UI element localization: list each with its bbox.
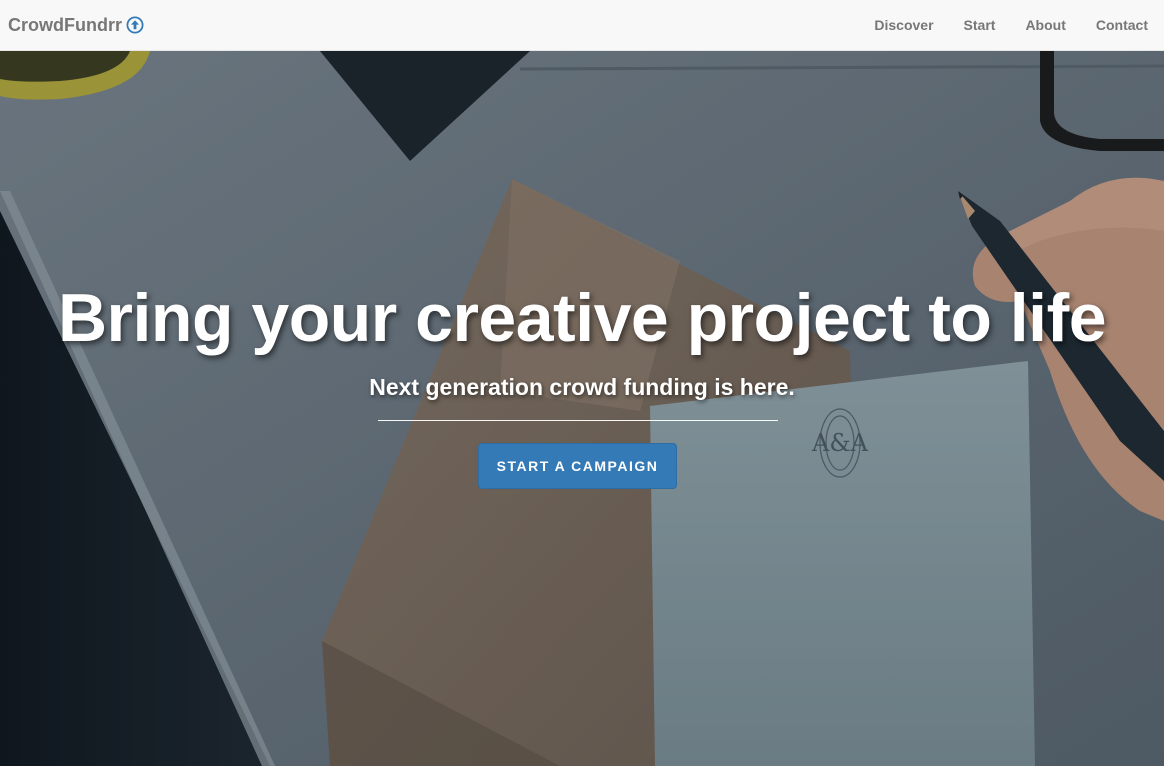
nav-links: Discover Start About Contact	[859, 0, 1164, 50]
nav-link-contact[interactable]: Contact	[1081, 0, 1163, 50]
nav-link-start[interactable]: Start	[949, 0, 1011, 50]
nav-link-about[interactable]: About	[1010, 0, 1080, 50]
hero-section: A&A Bring your creative project to life …	[0, 51, 1164, 766]
nav-link-discover[interactable]: Discover	[859, 0, 948, 50]
brand-name: CrowdFundrr	[8, 14, 122, 35]
hero-overlay	[0, 51, 1164, 766]
brand-link[interactable]: CrowdFundrr	[0, 15, 144, 36]
hero-divider	[378, 420, 778, 421]
navbar: CrowdFundrr Discover Start About Contact	[0, 0, 1164, 51]
arrow-circle-up-icon	[126, 16, 144, 34]
hero-headline: Bring your creative project to life	[57, 280, 1107, 356]
hero-subheadline: Next generation crowd funding is here.	[369, 374, 795, 400]
start-campaign-button[interactable]: START A CAMPAIGN	[478, 443, 677, 489]
